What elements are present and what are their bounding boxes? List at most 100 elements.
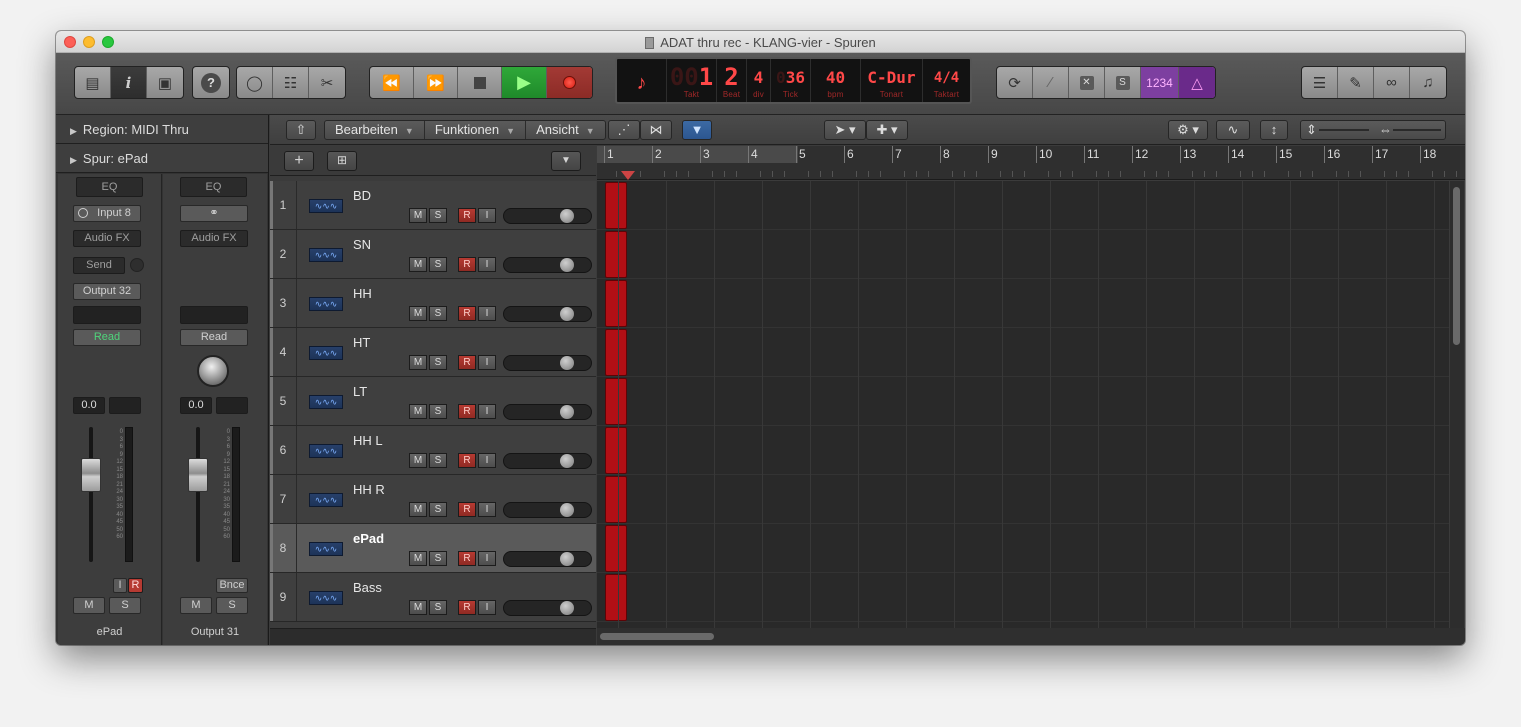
waveform-icon[interactable]: ∿∿∿ [309,591,343,605]
mute-button[interactable]: M [409,355,427,370]
midi-region[interactable] [605,231,627,278]
catch-up-button[interactable]: ⇧ [286,120,316,140]
volume-slider-knob[interactable] [560,307,574,321]
track-header[interactable]: 2 ∿∿∿ SN M S R I [270,230,596,279]
zoom-to-fit-button[interactable]: ↕ [1260,120,1288,140]
volume-slider-knob[interactable] [560,258,574,272]
track-name[interactable]: Bass [353,580,382,595]
output-slot[interactable]: Output 32 [73,283,141,300]
track-name[interactable]: BD [353,188,371,203]
record-enable-button[interactable]: R [458,600,476,615]
edit-menu[interactable]: Bearbeiten ▼ [325,121,425,139]
volume-slider[interactable] [503,551,592,567]
stop-button[interactable] [458,67,502,98]
strip-name[interactable]: Output 31 [163,626,267,638]
volume-slider[interactable] [503,453,592,469]
track-name[interactable]: HH [353,286,372,301]
track-header[interactable]: 4 ∿∿∿ HT M S R I [270,328,596,377]
record-enable-button[interactable]: R [458,453,476,468]
vertical-zoom-slider[interactable] [1319,129,1369,131]
input-monitor-button[interactable]: I [113,578,127,593]
volume-slider-knob[interactable] [560,209,574,223]
volume-slider-knob[interactable] [560,405,574,419]
toolbar-button[interactable]: ▣ [147,67,183,98]
duplicate-track-button[interactable]: ⊞ [327,151,357,171]
midi-region[interactable] [605,329,627,376]
input-monitor-button[interactable]: I [478,355,496,370]
loop-browser-button[interactable]: ∞ [1374,67,1410,98]
track-header[interactable]: 6 ∿∿∿ HH L MSRI [270,426,596,475]
record-enable-button[interactable]: R [458,551,476,566]
mute-button[interactable]: M [409,453,427,468]
strip-name[interactable]: ePad [58,626,161,638]
volume-slider[interactable] [503,306,592,322]
volume-slider[interactable] [503,355,592,371]
track-header[interactable]: 5 ∿∿∿ LT M S R I [270,377,596,426]
waveform-icon[interactable]: ∿∿∿ [309,542,343,556]
waveform-icon[interactable]: ∿∿∿ [309,199,343,213]
list-editors-button[interactable]: ☰ [1302,67,1338,98]
add-track-button[interactable]: + [284,151,314,171]
volume-readout[interactable]: 0.0 [180,397,212,414]
secondary-tool-menu[interactable]: ✚ ▾ [866,120,908,140]
horizontal-scrollbar[interactable] [597,628,1465,645]
record-enable-button[interactable]: R [458,404,476,419]
solo-button[interactable]: S [109,597,141,614]
horizontal-zoom-slider[interactable] [1393,129,1441,131]
track-name[interactable]: HH R [353,482,385,497]
solo-button[interactable]: S [429,600,447,615]
track-inspector-header[interactable]: ▶ Spur: ePad [56,144,268,173]
cycle-button[interactable]: ⟳ [997,67,1033,98]
record-enable-button[interactable]: R [128,578,143,593]
tuner-button[interactable]: ⁄ [1033,67,1069,98]
waveform-icon[interactable]: ∿∿∿ [309,248,343,262]
record-enable-button[interactable]: R [458,257,476,272]
smart-controls-button[interactable]: ◯ [237,67,273,98]
eq-display[interactable]: EQ [180,177,247,197]
input-monitor-button[interactable]: I [478,600,496,615]
settings-menu[interactable]: ⚙ ▾ [1168,120,1208,140]
track-name[interactable]: SN [353,237,371,252]
track-header[interactable]: 7 ∿∿∿ HH R MSRI [270,475,596,524]
track-name[interactable]: HH L [353,433,383,448]
tracks-area[interactable] [597,181,1449,628]
record-enable-button[interactable]: R [458,502,476,517]
group-slot[interactable] [73,306,141,324]
track-header[interactable]: 9 ∿∿∿ Bass M S R I [270,573,596,622]
solo-button[interactable]: S [216,597,248,614]
note-pads-button[interactable]: ✎ [1338,67,1374,98]
volume-slider[interactable] [503,600,592,616]
solo-button[interactable]: S [429,355,447,370]
input-monitor-button[interactable]: I [478,306,496,321]
solo-button[interactable]: S [429,502,447,517]
mute-button[interactable]: M [409,502,427,517]
midi-region[interactable] [605,378,627,425]
volume-slider-knob[interactable] [560,601,574,615]
volume-slider[interactable] [503,404,592,420]
inspector-button[interactable]: i [111,67,147,98]
input-monitor-button[interactable]: I [478,404,496,419]
solo-button[interactable]: S [429,404,447,419]
replace-button[interactable]: ✕ [1069,67,1105,98]
rewind-button[interactable]: ⏪ [370,67,414,98]
volume-slider-knob[interactable] [560,356,574,370]
mute-button[interactable]: M [409,257,427,272]
waveform-icon[interactable]: ∿∿∿ [309,346,343,360]
midi-region[interactable] [605,280,627,327]
audio-fx-slot[interactable]: Audio FX [73,230,141,247]
stereo-link-button[interactable]: ⚭ [180,205,248,222]
quick-help-button[interactable]: ? [193,67,229,98]
cycle-area[interactable] [597,146,798,163]
automation-button[interactable]: ⋰ [608,120,640,140]
editors-button[interactable]: ✂ [309,67,345,98]
waveform-icon[interactable]: ∿∿∿ [309,444,343,458]
mute-button[interactable]: M [409,208,427,223]
bounce-button[interactable]: Bnce [216,578,248,593]
midi-region[interactable] [605,476,627,523]
input-monitor-button[interactable]: I [478,453,496,468]
lcd-display[interactable]: ♪ 001 Takt 2 Beat 4 div 036 Tick 40 bpm [615,57,972,104]
volume-slider[interactable] [503,502,592,518]
waveform-icon[interactable]: ∿∿∿ [309,297,343,311]
scroll-thumb[interactable] [600,633,714,640]
solo-button[interactable]: S [429,257,447,272]
